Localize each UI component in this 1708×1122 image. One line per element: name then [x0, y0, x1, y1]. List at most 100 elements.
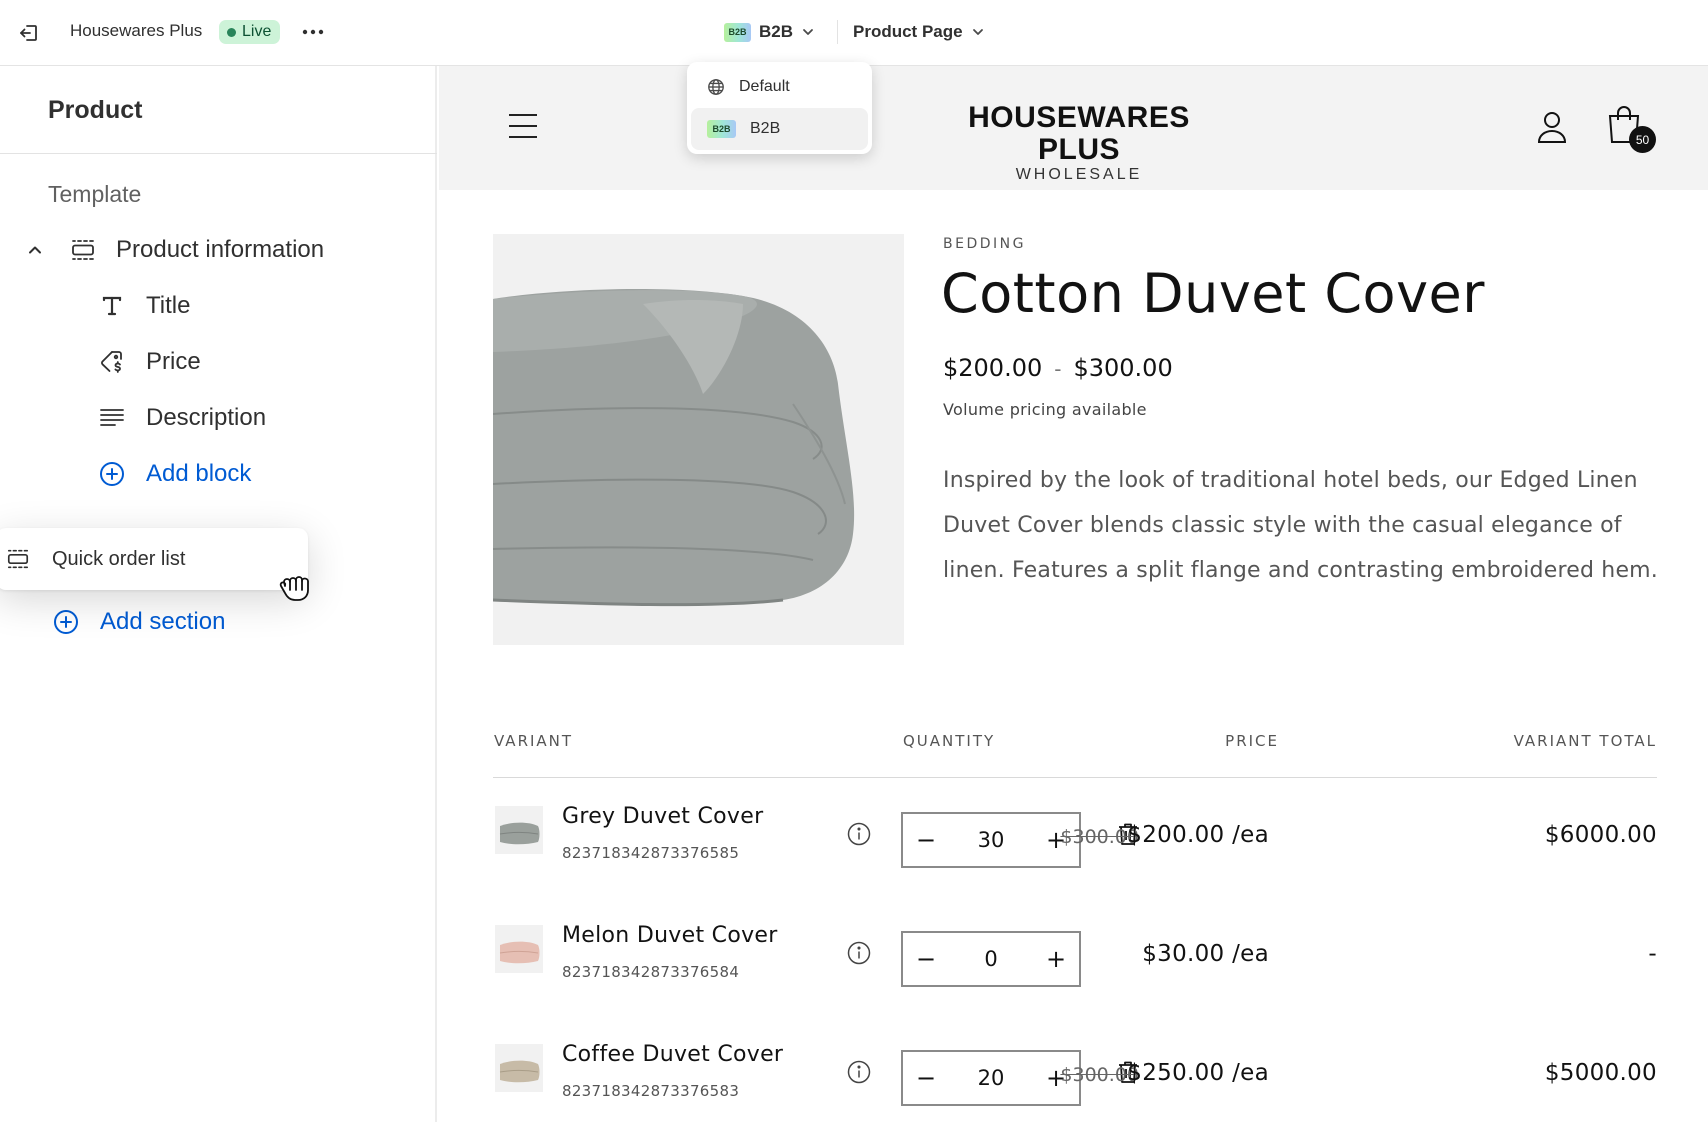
variant-name: Grey Duvet Cover: [562, 804, 764, 829]
store-logo[interactable]: HOUSEWARES PLUS WHOLESALE: [929, 102, 1229, 184]
cart-icon[interactable]: 50: [1607, 104, 1659, 154]
store-header: HOUSEWARES PLUS WHOLESALE 50: [439, 66, 1708, 190]
more-actions-button[interactable]: [300, 18, 326, 46]
minus-button[interactable]: −: [903, 933, 949, 985]
b2b-badge-icon: B2B: [724, 22, 751, 42]
info-icon[interactable]: [847, 941, 871, 969]
add-block-label: Add block: [146, 460, 252, 487]
variant-total: -: [1648, 941, 1657, 967]
variant-total: $5000.00: [1544, 1060, 1657, 1086]
header-variant-total: VARIANT TOTAL: [1513, 732, 1657, 750]
chevron-down-icon: [971, 25, 985, 39]
market-dropdown: Default B2B B2B: [687, 62, 872, 154]
variant-price: $30.00 /ea: [1142, 941, 1269, 967]
chevron-up-icon[interactable]: [20, 241, 50, 259]
section-icon: [68, 237, 98, 263]
quantity-stepper: − 30 +: [901, 812, 1081, 868]
sidebar-title: Product: [48, 96, 143, 124]
info-icon[interactable]: [847, 1060, 871, 1088]
duvet-photo: [493, 234, 904, 645]
add-section-button[interactable]: Add section: [52, 608, 225, 636]
ellipsis-icon: [302, 29, 324, 35]
section-icon: [6, 547, 32, 571]
product-description: Inspired by the look of traditional hote…: [943, 468, 1658, 583]
store-preview: HOUSEWARES PLUS WHOLESALE 50 BEDDING Cot…: [439, 66, 1708, 1122]
variant-name: Melon Duvet Cover: [562, 923, 778, 948]
product-price-range: $200.00 - $300.00: [943, 354, 1173, 382]
template-heading: Template: [48, 181, 142, 207]
quantity-input[interactable]: 0: [949, 947, 1033, 971]
price-min: $200.00: [943, 354, 1043, 382]
section-label: Product information: [116, 236, 325, 263]
sidebar-divider: [0, 153, 437, 154]
price-max: $300.00: [1073, 354, 1173, 382]
section-product-information[interactable]: Product information: [20, 236, 324, 264]
market-option-label: B2B: [750, 120, 781, 137]
plus-button[interactable]: +: [1033, 933, 1079, 985]
plus-circle-icon: [98, 460, 126, 488]
chevron-down-icon: [801, 25, 815, 39]
add-block-button[interactable]: Add block: [98, 460, 251, 488]
variant-thumbnail: [495, 1044, 543, 1092]
block-price[interactable]: Price: [98, 348, 201, 376]
live-dot-icon: [227, 27, 236, 37]
variant-price: $250.00 /ea: [1127, 1060, 1269, 1086]
market-selector[interactable]: B2B B2B: [724, 18, 815, 46]
market-option-b2b[interactable]: B2B B2B: [691, 108, 868, 150]
table-row: Grey Duvet Cover 823718342873376585 − 30…: [439, 804, 1708, 896]
price-tag-icon: [98, 349, 126, 375]
product-image[interactable]: [493, 234, 904, 645]
grab-cursor-icon: [276, 566, 314, 609]
table-row: Melon Duvet Cover 823718342873376584 − 0…: [439, 923, 1708, 1015]
price-separator: -: [1054, 357, 1062, 381]
dragging-section-label: Quick order list: [52, 547, 186, 570]
table-row: Coffee Duvet Cover 823718342873376583 − …: [439, 1042, 1708, 1122]
store-name: Housewares Plus: [70, 21, 203, 40]
variant-thumbnail: [495, 806, 543, 854]
block-description[interactable]: Description: [98, 404, 266, 432]
logo-sub-text: WHOLESALE: [1015, 166, 1143, 183]
minus-button[interactable]: −: [903, 1052, 949, 1104]
plus-circle-icon: [52, 608, 80, 636]
logo-main-text: HOUSEWARES PLUS: [968, 101, 1190, 166]
product-type: BEDDING: [943, 236, 1026, 252]
variant-total: $6000.00: [1544, 822, 1657, 848]
dragging-section-quick-order-list[interactable]: Quick order list: [0, 528, 308, 590]
variant-price: $200.00 /ea: [1127, 822, 1269, 848]
b2b-badge-icon: B2B: [707, 120, 736, 138]
quantity-stepper: − 20 +: [901, 1050, 1081, 1106]
page-label: Product Page: [853, 22, 963, 41]
block-title[interactable]: Title: [98, 292, 190, 320]
live-label: Live: [242, 23, 272, 40]
market-label: B2B: [759, 22, 794, 41]
menu-icon[interactable]: [509, 114, 537, 147]
paragraph-icon: [98, 406, 126, 430]
header-quantity: QUANTITY: [903, 732, 996, 750]
account-icon[interactable]: [1537, 110, 1567, 148]
table-divider: [493, 777, 1657, 778]
variant-name: Coffee Duvet Cover: [562, 1042, 784, 1067]
minus-button[interactable]: −: [903, 814, 949, 866]
variant-sku: 823718342873376584: [562, 963, 740, 981]
add-section-label: Add section: [100, 608, 226, 635]
page-selector[interactable]: Product Page: [853, 18, 985, 46]
volume-pricing-note: Volume pricing available: [943, 400, 1147, 419]
market-option-default[interactable]: Default: [691, 66, 868, 108]
topbar-divider: [837, 20, 838, 44]
editor-sidebar: Product Template Product information Tit…: [0, 66, 437, 1122]
exit-icon: [20, 25, 37, 41]
exit-button[interactable]: [14, 18, 44, 48]
live-status-badge: Live: [219, 20, 281, 44]
info-icon[interactable]: [847, 822, 871, 850]
quantity-stepper: − 0 +: [901, 931, 1081, 987]
block-label: Description: [146, 404, 267, 431]
header-variant: VARIANT: [494, 732, 574, 750]
text-icon: [98, 294, 126, 318]
block-label: Title: [146, 292, 191, 319]
quantity-input[interactable]: 30: [949, 828, 1033, 852]
variant-sku: 823718342873376585: [562, 844, 740, 862]
quantity-input[interactable]: 20: [949, 1066, 1033, 1090]
block-label: Price: [146, 348, 201, 375]
market-option-label: Default: [739, 78, 790, 95]
globe-icon: [708, 79, 724, 95]
